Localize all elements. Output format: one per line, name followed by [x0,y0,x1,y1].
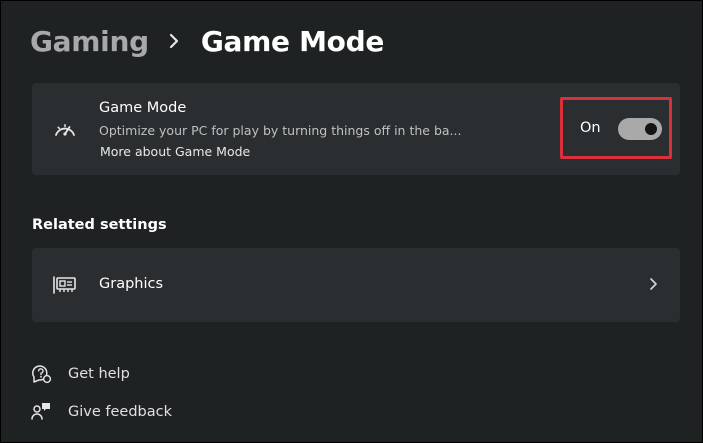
settings-window: Gaming Game Mode Game Mode Optimize your… [0,0,703,443]
speedometer-icon [52,116,78,142]
breadcrumb: Gaming Game Mode [30,19,384,63]
game-mode-description: Optimize your PC for play by turning thi… [99,123,462,138]
game-mode-title: Game Mode [99,100,187,116]
feedback-icon [30,401,52,423]
get-help-label: Get help [68,366,130,382]
more-about-game-mode-link[interactable]: More about Game Mode [100,144,250,159]
breadcrumb-gaming[interactable]: Gaming [30,25,149,58]
toggle-knob [645,123,657,135]
graphics-label: Graphics [99,276,164,292]
graphics-card-icon [52,272,78,298]
game-mode-toggle[interactable] [618,118,662,140]
help-icon [30,363,52,385]
graphics-settings-row[interactable]: Graphics [32,248,680,322]
give-feedback-link[interactable]: Give feedback [30,401,172,423]
chevron-right-icon [159,32,189,50]
related-settings-heading: Related settings [32,217,167,233]
toggle-state-label: On [580,120,601,136]
page-title: Game Mode [200,24,385,58]
give-feedback-label: Give feedback [68,404,172,420]
chevron-right-icon [646,276,660,292]
game-mode-card: Game Mode Optimize your PC for play by t… [32,83,680,175]
get-help-link[interactable]: Get help [30,363,130,385]
